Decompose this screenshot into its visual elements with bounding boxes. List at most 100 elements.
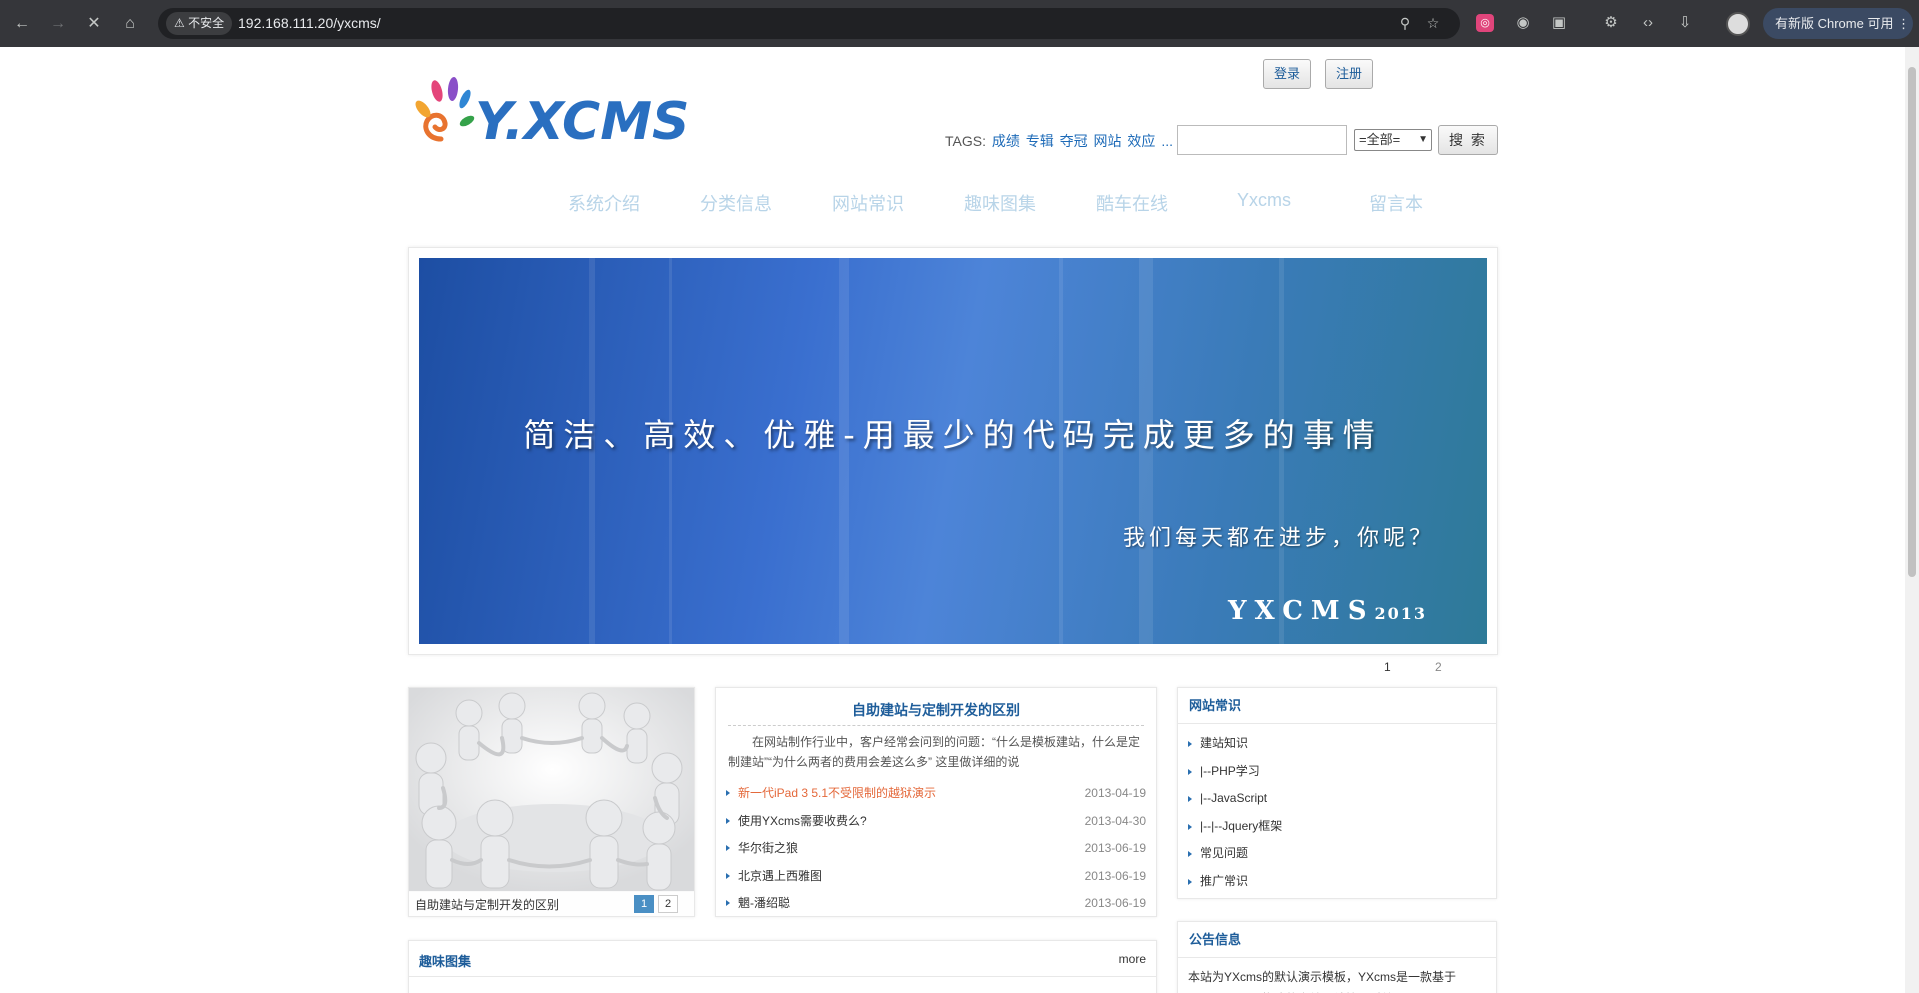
banner-page-2[interactable]: 2 (1435, 660, 1442, 674)
search-button[interactable]: 搜 索 (1438, 125, 1498, 155)
news-item-title[interactable]: 北京遇上西雅图 (738, 866, 822, 886)
fun-gallery-title[interactable]: 趣味图集 (419, 951, 471, 970)
nav-item-guestbook[interactable]: 留言本 (1330, 190, 1462, 216)
address-bar[interactable]: ⚠ 不安全 192.168.111.20/yxcms/ ⚲ ☆ (158, 8, 1460, 39)
banner-brand: YXCMS2013 (1228, 596, 1427, 626)
tag-link[interactable]: 网站 (1094, 133, 1122, 149)
insecure-label: 不安全 (188, 16, 225, 30)
news-list-item[interactable]: 新一代iPad 3 5.1不受限制的越狱演示 2013-04-19 (726, 783, 1146, 803)
tag-link[interactable]: 夺冠 (1060, 133, 1088, 149)
knowledge-item-label: 建站知识 (1200, 736, 1249, 750)
news-headline[interactable]: 自助建站与定制开发的区别 (716, 700, 1156, 720)
bullet-icon (726, 817, 730, 824)
news-item-date: 2013-06-19 (1084, 841, 1146, 855)
bullet-icon (1188, 851, 1192, 857)
tag-cloud: TAGS: 成绩 专辑 夺冠 网站 效应 ... (945, 131, 1173, 151)
nav-item-cool-cars[interactable]: 酷车在线 (1066, 190, 1198, 216)
forward-icon[interactable]: → (46, 12, 70, 36)
image-gallery[interactable]: 自助建站与定制开发的区别 1 2 (408, 687, 695, 917)
tag-link[interactable]: 效应 (1127, 133, 1155, 149)
knowledge-item-label: |--|--Jquery框架 (1200, 818, 1283, 833)
register-button[interactable]: 注册 (1325, 59, 1374, 89)
gallery-page-2[interactable]: 2 (658, 895, 678, 913)
extension-icon[interactable]: ◎ (1476, 14, 1494, 32)
banner-slide[interactable]: 简洁、高效、优雅-用最少的代码完成更多的事情 我们每天都在进步，你呢？ YXCM… (419, 258, 1487, 644)
knowledge-item[interactable]: 建站知识 (1188, 730, 1486, 758)
news-item-title[interactable]: 魍-潘绍聪 (738, 893, 790, 913)
search-category-select[interactable]: =全部= ▼ (1354, 129, 1432, 151)
notice-panel-title[interactable]: 公告信息 (1178, 922, 1496, 958)
news-item-date: 2013-04-19 (1084, 786, 1146, 800)
news-item-title[interactable]: 使用YXcms需要收费么? (738, 811, 867, 831)
bullet-icon (1188, 796, 1192, 802)
news-list-item[interactable]: 使用YXcms需要收费么? 2013-04-30 (726, 811, 1146, 831)
knowledge-item[interactable]: |--PHP学习 (1188, 758, 1486, 786)
bullet-icon (1188, 823, 1192, 830)
bullet-icon (1188, 768, 1192, 775)
knowledge-item-label: 常见问题 (1200, 846, 1249, 860)
knowledge-panel-title[interactable]: 网站常识 (1178, 688, 1496, 724)
profile-avatar[interactable] (1726, 12, 1750, 36)
gallery-caption[interactable]: 自助建站与定制开发的区别 (415, 896, 559, 913)
nav-item-fun-gallery[interactable]: 趣味图集 (934, 190, 1066, 216)
nav-item-web-knowledge[interactable]: 网站常识 (802, 190, 934, 216)
banner-subtitle: 我们每天都在进步，你呢？ (1122, 526, 1435, 551)
bullet-icon (726, 790, 730, 796)
gallery-page-1[interactable]: 1 (634, 895, 654, 913)
stop-loading-icon[interactable]: ✕ (82, 12, 106, 36)
knowledge-item[interactable]: |--|--Jquery框架 (1188, 813, 1486, 841)
logo-hand-icon (415, 77, 475, 142)
tag-link[interactable]: 专辑 (1026, 133, 1054, 149)
zoom-icon[interactable]: ⚲ (1394, 12, 1416, 34)
incognito-icon[interactable]: ⚙ (1600, 12, 1622, 34)
knowledge-item[interactable]: 推广常识 (1188, 868, 1486, 896)
news-item-date: 2013-06-19 (1084, 868, 1146, 883)
security-indicator[interactable]: ⚠ 不安全 (166, 12, 233, 35)
news-list-item[interactable]: 华尔街之狼 2013-06-19 (726, 838, 1146, 858)
scrollbar-thumb[interactable] (1908, 67, 1916, 577)
login-button[interactable]: 登录 (1263, 59, 1312, 89)
logo-wordmark: Y.XCMS (475, 92, 689, 152)
search-input[interactable] (1177, 125, 1347, 155)
news-item-title[interactable]: 新一代iPad 3 5.1不受限制的越狱演示 (738, 783, 936, 803)
knowledge-item[interactable]: 常见问题 (1188, 840, 1486, 868)
news-panel: 自助建站与定制开发的区别 在网站制作行业中，客户经常会问到的问题：“什么是模板建… (715, 687, 1157, 917)
tag-link[interactable]: 成绩 (992, 133, 1020, 149)
knowledge-list: 建站知识 |--PHP学习 |--JavaScript |--|--Jquery… (1178, 724, 1496, 895)
knowledge-item-label: |--PHP学习 (1200, 763, 1260, 778)
fun-gallery-header: 趣味图集 more (409, 941, 1156, 977)
gallery-caption-bar: 自助建站与定制开发的区别 1 2 (409, 891, 694, 916)
news-list-item[interactable]: 魍-潘绍聪 2013-06-19 (726, 893, 1146, 913)
banner-brand-text: YXCMS (1227, 596, 1375, 626)
nav-item-category-info[interactable]: 分类信息 (670, 190, 802, 216)
yxcms-logo[interactable]: Y.XCMS (411, 77, 691, 157)
search-select-value: =全部= (1359, 132, 1401, 147)
bookmark-star-icon[interactable]: ☆ (1422, 12, 1444, 34)
url-text[interactable]: 192.168.111.20/yxcms/ (238, 8, 381, 39)
knowledge-item[interactable]: |--JavaScript (1188, 785, 1486, 813)
chrome-update-button[interactable]: 有新版 Chrome 可用 ⋮ (1763, 8, 1913, 39)
news-list-item[interactable]: 北京遇上西雅图 2013-06-19 (726, 866, 1146, 886)
extension-record-icon[interactable]: ◉ (1512, 12, 1534, 34)
more-link[interactable]: more (1119, 952, 1146, 966)
page-scrollbar[interactable] (1905, 47, 1919, 993)
notice-text: 本站为YXcms的默认演示模板，YXcms是一款基于PHP+MYSQL构建的高效… (1188, 970, 1457, 993)
notice-panel: 公告信息 本站为YXcms的默认演示模板，YXcms是一款基于PHP+MYSQL… (1177, 921, 1497, 993)
chevron-down-icon: ▼ (1418, 134, 1428, 145)
site-container: 登录 注册 Y.XCMS TAGS: 成绩 专辑 夺冠 网站 效应 ... =全… (408, 47, 1498, 993)
news-item-title[interactable]: 华尔街之狼 (738, 838, 798, 858)
download-icon[interactable]: ⇩ (1674, 12, 1696, 34)
bullet-icon (726, 872, 730, 879)
bullet-icon (1188, 741, 1192, 747)
bullet-icon (1188, 878, 1192, 885)
banner-page-1[interactable]: 1 (1384, 660, 1391, 674)
extensions-puzzle-icon[interactable]: ▣ (1548, 12, 1570, 34)
banner-slider: 简洁、高效、优雅-用最少的代码完成更多的事情 我们每天都在进步，你呢？ YXCM… (408, 247, 1498, 655)
back-icon[interactable]: ← (10, 12, 34, 36)
nav-item-yxcms[interactable]: Yxcms (1198, 190, 1330, 211)
home-icon[interactable]: ⌂ (118, 12, 142, 36)
devtools-code-icon[interactable]: ‹› (1637, 12, 1659, 34)
tags-label: TAGS: (945, 133, 986, 149)
tag-more-link[interactable]: ... (1161, 133, 1173, 149)
nav-item-system-intro[interactable]: 系统介绍 (538, 190, 670, 216)
